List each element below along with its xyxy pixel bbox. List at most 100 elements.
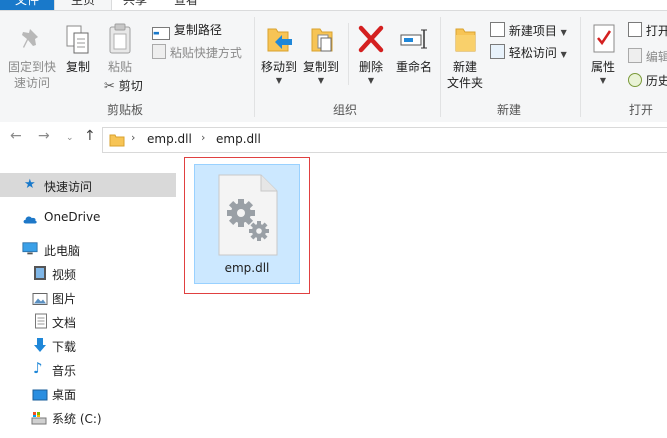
delete-label: 删除 xyxy=(358,60,383,74)
chevron-down-icon: ▼ xyxy=(317,76,325,85)
nav-item-downloads[interactable]: 下载 xyxy=(0,333,176,357)
tab-view[interactable]: 查看 xyxy=(160,0,212,10)
cut-label: 剪切 xyxy=(118,79,143,93)
ribbon-separator xyxy=(254,17,255,117)
paste-shortcut-button[interactable]: 粘贴快捷方式 xyxy=(152,44,242,61)
address-field[interactable]: › emp.dll › emp.dll xyxy=(102,127,667,153)
pin-quick-access-button[interactable]: 固定到快 速访问 xyxy=(4,25,60,95)
tab-share[interactable]: 共享 xyxy=(110,0,160,10)
music-note-icon: ♪ xyxy=(33,359,43,377)
nav-item-label: 桌面 xyxy=(52,388,77,402)
nav-item-music[interactable]: ♪ 音乐 xyxy=(0,357,176,381)
copy-path-label: 复制路径 xyxy=(173,23,222,37)
chevron-down-icon: ▼ xyxy=(367,76,375,85)
open-label: 打开 xyxy=(645,24,667,38)
back-arrow-icon[interactable]: ← xyxy=(10,128,22,144)
copy-to-label: 复制到 xyxy=(302,60,339,74)
edit-button[interactable]: 编辑 xyxy=(628,48,667,65)
breadcrumb-chevron-icon[interactable]: › xyxy=(201,131,205,144)
up-arrow-icon[interactable]: ↑ xyxy=(84,128,96,144)
star-icon: ★ xyxy=(24,177,36,192)
nav-item-label: OneDrive xyxy=(44,210,101,224)
new-item-label: 新建项目 xyxy=(508,24,557,38)
paste-button[interactable]: 粘贴 xyxy=(104,23,136,83)
nav-item-label: 文档 xyxy=(52,316,77,330)
copy-label: 复制 xyxy=(65,60,90,74)
nav-item-label: 此电脑 xyxy=(44,244,81,258)
nav-item-system-c[interactable]: 系统 (C:) xyxy=(0,405,176,429)
move-folder-icon xyxy=(267,28,292,52)
paste-label: 粘贴 xyxy=(107,60,132,74)
easy-access-icon xyxy=(490,44,505,59)
recent-locations-chevron-icon[interactable]: ⌄ xyxy=(66,133,74,143)
drive-icon xyxy=(31,412,47,425)
cut-button[interactable]: ✂ 剪切 xyxy=(104,78,143,95)
nav-item-label: 视频 xyxy=(52,268,77,282)
organize-group-label: 组织 xyxy=(332,103,357,117)
nav-item-this-pc[interactable]: 此电脑 xyxy=(0,237,176,261)
nav-item-videos[interactable]: 视频 xyxy=(0,261,176,285)
easy-access-button[interactable]: 轻松访问 ▼ xyxy=(490,44,567,63)
chevron-down-icon: ▼ xyxy=(560,50,567,59)
nav-item-documents[interactable]: 文档 xyxy=(0,309,176,333)
nav-item-label: 图片 xyxy=(52,292,77,306)
ribbon: 固定到快 速访问 复制 粘贴 ▬ 复制路径 粘贴快捷方式 ✂ 剪切 剪贴板 移动… xyxy=(0,10,667,123)
computer-icon xyxy=(22,242,38,255)
scissors-icon: ✂ xyxy=(104,79,115,94)
clipboard-group-label: 剪贴板 xyxy=(106,103,143,117)
forward-arrow-icon[interactable]: → xyxy=(38,128,50,144)
nav-item-pictures[interactable]: 图片 xyxy=(0,285,176,309)
ribbon-separator xyxy=(580,17,581,117)
pin-icon xyxy=(22,29,38,48)
copy-to-button[interactable]: 复制到 ▼ xyxy=(300,23,342,89)
chevron-down-icon: ▼ xyxy=(599,76,607,85)
move-to-button[interactable]: 移动到 ▼ xyxy=(258,23,300,89)
history-button[interactable]: 历史 xyxy=(628,73,667,89)
open-button[interactable]: 打开 xyxy=(628,22,667,39)
paste-shortcut-icon xyxy=(152,44,166,59)
delete-button[interactable]: 删除 ▼ xyxy=(352,23,390,89)
edit-icon xyxy=(628,48,642,63)
history-label: 历史 xyxy=(645,74,667,88)
delete-x-icon xyxy=(358,25,384,53)
open-group-label: 打开 xyxy=(628,103,653,117)
ribbon-tab-strip: 文件 主页 共享 查看 xyxy=(0,0,667,12)
move-to-label: 移动到 xyxy=(260,60,297,74)
new-folder-label-line2: 文件夹 xyxy=(446,76,483,90)
new-folder-button[interactable]: 新建 文件夹 xyxy=(444,23,486,101)
clipboard-icon xyxy=(109,23,131,54)
picture-icon xyxy=(32,293,48,305)
nav-item-onedrive[interactable]: OneDrive xyxy=(0,205,176,229)
tab-file[interactable]: 文件 xyxy=(0,0,54,10)
nav-item-label: 音乐 xyxy=(52,364,77,378)
new-item-icon xyxy=(490,22,505,37)
nav-item-label: 快速访问 xyxy=(44,180,93,194)
nav-item-quick-access[interactable]: ★ 快速访问 xyxy=(0,173,176,197)
breadcrumb-item[interactable]: emp.dll xyxy=(147,132,192,146)
easy-access-label: 轻松访问 xyxy=(508,46,557,60)
highlight-box xyxy=(184,157,310,294)
address-bar-row: ← → ⌄ ↑ › emp.dll › emp.dll xyxy=(0,122,667,156)
cloud-icon xyxy=(23,216,37,224)
copy-button[interactable]: 复制 xyxy=(62,25,94,85)
chevron-down-icon: ▼ xyxy=(560,28,567,37)
copy-path-button[interactable]: ▬ 复制路径 xyxy=(152,22,222,40)
document-icon xyxy=(35,313,47,329)
edit-label: 编辑 xyxy=(645,50,667,64)
properties-button[interactable]: 属性 ▼ xyxy=(584,23,622,93)
rename-icon xyxy=(400,29,427,49)
nav-item-label: 下载 xyxy=(52,340,77,354)
nav-item-label: 系统 (C:) xyxy=(52,412,102,426)
new-item-button[interactable]: 新建项目 ▼ xyxy=(490,22,567,41)
download-arrow-icon xyxy=(34,338,46,352)
chevron-down-icon: ▼ xyxy=(275,76,283,85)
copy-folder-icon xyxy=(311,28,333,52)
copy-path-icon: ▬ xyxy=(152,27,170,40)
nav-item-desktop[interactable]: 桌面 xyxy=(0,381,176,405)
ribbon-separator xyxy=(440,17,441,117)
breadcrumb-item[interactable]: emp.dll xyxy=(216,132,261,146)
rename-button[interactable]: 重命名 xyxy=(392,23,436,83)
breadcrumb-chevron-icon[interactable]: › xyxy=(131,131,135,144)
properties-label: 属性 xyxy=(590,60,615,74)
video-icon xyxy=(34,266,46,280)
